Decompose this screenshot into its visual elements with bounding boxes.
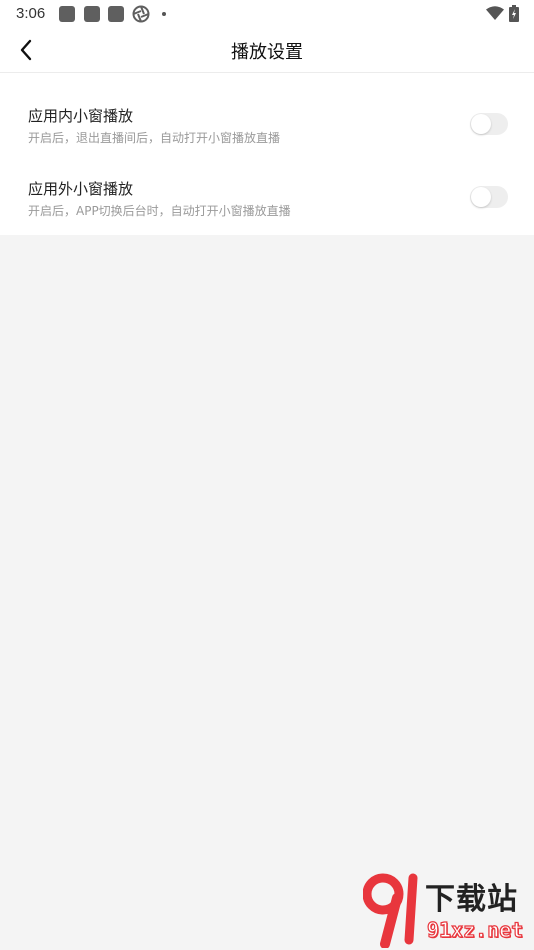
setting-description: 开启后，退出直播间后，自动打开小窗播放直播 bbox=[28, 131, 281, 145]
wifi-icon bbox=[486, 6, 504, 20]
site-watermark: 下载站 91xz.net bbox=[359, 872, 534, 950]
setting-row-out-of-app-pip: 应用外小窗播放 开启后，APP切换后台时，自动打开小窗播放直播 bbox=[0, 178, 534, 242]
battery-icon bbox=[509, 5, 519, 22]
setting-title: 应用内小窗播放 bbox=[28, 107, 134, 125]
status-bar: 3:06 bbox=[0, 0, 534, 28]
navigation-bar: 播放设置 bbox=[0, 28, 534, 73]
notification-icon bbox=[84, 6, 100, 22]
notification-icon bbox=[108, 6, 124, 22]
watermark-title: 下载站 bbox=[425, 882, 518, 917]
page-title: 播放设置 bbox=[231, 42, 303, 63]
setting-row-in-app-pip: 应用内小窗播放 开启后，退出直播间后，自动打开小窗播放直播 bbox=[0, 105, 534, 169]
toggle-knob bbox=[471, 187, 491, 207]
more-notifications-dot-icon bbox=[162, 12, 166, 16]
notification-icon bbox=[59, 6, 75, 22]
toggle-knob bbox=[471, 114, 491, 134]
setting-description: 开启后，APP切换后台时，自动打开小窗播放直播 bbox=[28, 204, 291, 218]
settings-list: 应用内小窗播放 开启后，退出直播间后，自动打开小窗播放直播 应用外小窗播放 开启… bbox=[0, 73, 534, 235]
in-app-pip-toggle[interactable] bbox=[470, 113, 508, 135]
out-of-app-pip-toggle[interactable] bbox=[470, 186, 508, 208]
watermark-logo-icon bbox=[363, 873, 418, 948]
status-time: 3:06 bbox=[16, 5, 46, 22]
setting-title: 应用外小窗播放 bbox=[28, 180, 134, 198]
aperture-icon bbox=[132, 5, 150, 23]
watermark-domain: 91xz.net bbox=[426, 917, 524, 942]
